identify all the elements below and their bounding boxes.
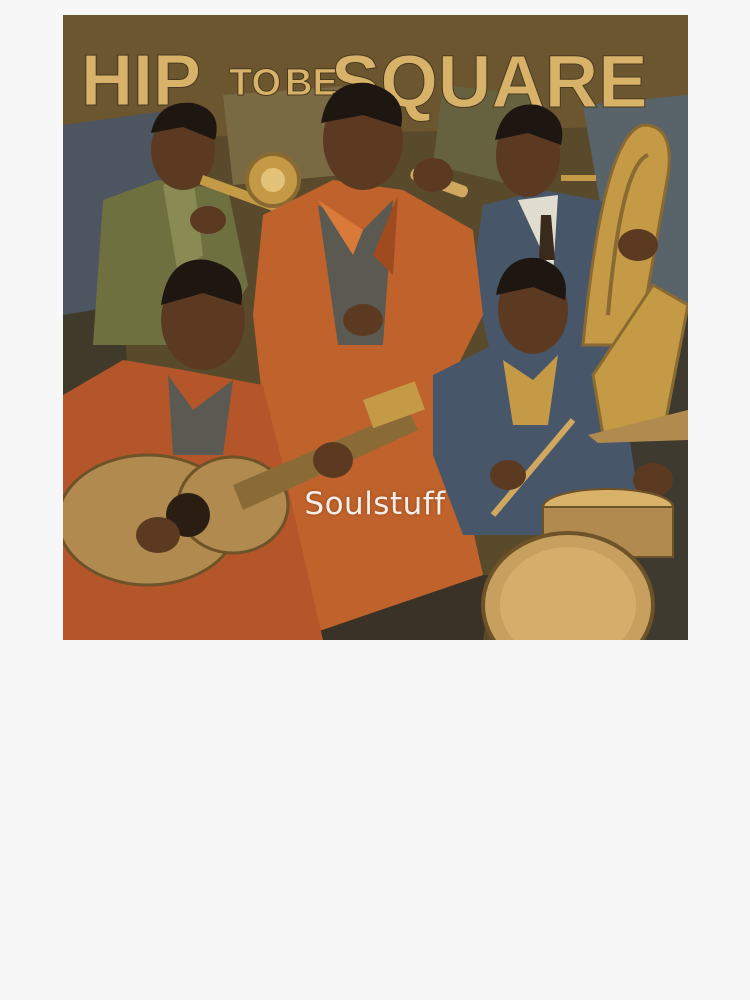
title-word-be: BE <box>285 62 338 104</box>
poster-artwork: HIP TO BE SQUARE <box>63 15 688 640</box>
title-word-to: TO <box>229 62 281 104</box>
watermark-text: Soulstuff <box>304 486 446 522</box>
